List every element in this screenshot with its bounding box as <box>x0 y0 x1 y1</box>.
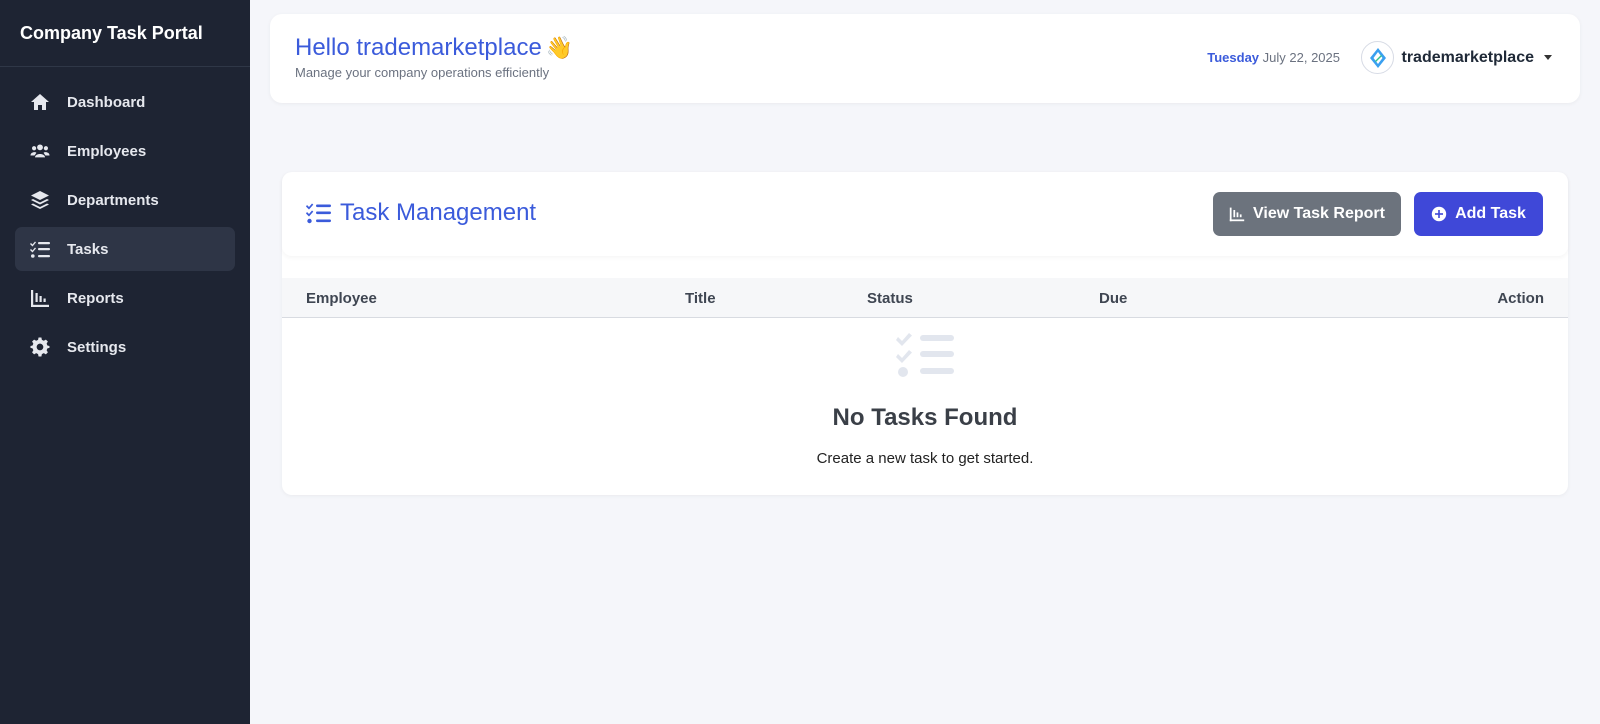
avatar <box>1361 41 1395 74</box>
current-date-text: July 22, 2025 <box>1262 50 1340 65</box>
sidebar-nav: Dashboard Employees Departments Tasks Re… <box>0 67 250 377</box>
add-task-button[interactable]: Add Task <box>1414 192 1543 236</box>
sidebar-item-settings[interactable]: Settings <box>15 325 235 369</box>
current-date: Tuesday July 22, 2025 <box>1207 50 1340 65</box>
column-due[interactable]: Due <box>1099 290 1127 307</box>
sidebar-item-departments[interactable]: Departments <box>15 178 235 222</box>
sidebar-item-label: Dashboard <box>67 93 146 111</box>
layers-icon <box>29 189 51 211</box>
users-icon <box>29 140 51 162</box>
view-task-report-label: View Task Report <box>1253 205 1385 222</box>
tasks-icon <box>29 238 51 260</box>
brand-title: Company Task Portal <box>0 0 250 67</box>
sidebar-item-tasks[interactable]: Tasks <box>15 227 235 271</box>
wave-emoji: 👋 <box>545 35 574 60</box>
view-task-report-button[interactable]: View Task Report <box>1213 192 1401 236</box>
add-task-label: Add Task <box>1455 205 1526 222</box>
chart-icon <box>29 287 51 309</box>
column-status[interactable]: Status <box>867 290 913 307</box>
greeting-text: Hello trademarketplace <box>295 34 542 61</box>
table-header: Employee Title Status Due Action <box>282 278 1568 318</box>
sidebar: Company Task Portal Dashboard Employees … <box>0 0 250 724</box>
sidebar-item-label: Tasks <box>67 240 109 258</box>
sidebar-item-label: Employees <box>67 142 147 160</box>
sidebar-item-label: Settings <box>67 338 127 356</box>
plus-circle-icon <box>1431 206 1447 222</box>
greeting: Hello trademarketplace 👋 <box>295 34 573 62</box>
chart-icon <box>1229 207 1245 222</box>
sidebar-item-dashboard[interactable]: Dashboard <box>15 80 235 124</box>
empty-state-text: Create a new task to get started. <box>816 450 1034 467</box>
sidebar-item-reports[interactable]: Reports <box>15 276 235 320</box>
column-title[interactable]: Title <box>685 290 716 307</box>
column-employee[interactable]: Employee <box>306 290 377 307</box>
sidebar-item-label: Departments <box>67 191 159 209</box>
username: trademarketplace <box>1401 48 1534 66</box>
sidebar-item-employees[interactable]: Employees <box>15 129 235 173</box>
header-subtitle: Manage your company operations efficient… <box>295 65 550 80</box>
gear-icon <box>29 336 51 358</box>
chevron-down-icon <box>1544 55 1552 60</box>
page-title-text: Task Management <box>340 199 537 226</box>
page-title: Task Management <box>306 199 536 227</box>
current-day: Tuesday <box>1207 50 1260 65</box>
task-panel-header: Task Management View Task Report Add Tas… <box>282 172 1568 256</box>
task-panel: Task Management View Task Report Add Tas… <box>282 172 1568 495</box>
logo-icon <box>1369 47 1386 68</box>
column-action: Action <box>1497 290 1544 307</box>
empty-tasks-icon <box>896 333 954 377</box>
home-icon <box>29 91 51 113</box>
empty-state-title: No Tasks Found <box>832 404 1018 431</box>
user-menu[interactable]: trademarketplace <box>1361 41 1552 74</box>
sidebar-item-label: Reports <box>67 289 124 307</box>
tasks-icon <box>306 203 331 224</box>
header-card: Hello trademarketplace 👋 Manage your comp… <box>270 14 1580 103</box>
